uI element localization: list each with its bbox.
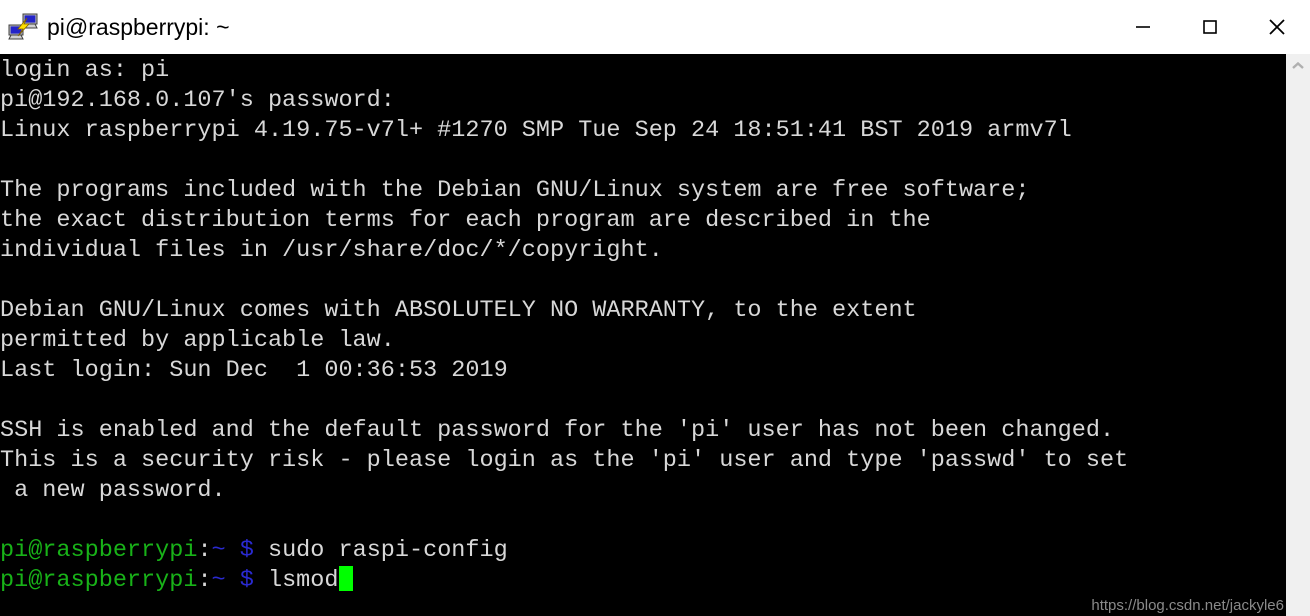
- window-controls: [1109, 0, 1310, 54]
- terminal-text-span: login as: pi: [0, 57, 170, 84]
- maximize-icon: [1202, 20, 1217, 34]
- terminal-text-span: [226, 537, 240, 564]
- scrollbar-up-button[interactable]: [1286, 54, 1310, 78]
- terminal-text-span: the exact distribution terms for each pr…: [0, 207, 931, 234]
- maximize-button[interactable]: [1176, 0, 1243, 54]
- terminal-line: SSH is enabled and the default password …: [0, 416, 1128, 446]
- terminal-text-span: This is a security risk - please login a…: [0, 447, 1129, 474]
- terminal-text-span: pi@raspberrypi: [0, 567, 198, 594]
- title-bar[interactable]: pi@raspberrypi: ~: [0, 0, 1310, 54]
- terminal-output-area[interactable]: login as: pi pi@192.168.0.107's password:…: [0, 54, 1286, 616]
- terminal-text-span: Last login: Sun Dec 1 00:36:53 2019: [0, 357, 508, 384]
- terminal-line: pi@raspberrypi:~ $ sudo raspi-config: [0, 536, 1128, 566]
- terminal-text-span: :: [197, 537, 212, 564]
- chevron-up-icon: [1292, 61, 1304, 69]
- terminal-scrollbar[interactable]: [1286, 54, 1310, 616]
- terminal-line: pi@raspberrypi:~ $ lsmod: [0, 566, 1128, 596]
- terminal-text-span: ~: [211, 567, 226, 594]
- terminal-text-span: a new password.: [0, 477, 226, 504]
- terminal-line: a new password.: [0, 476, 1128, 506]
- terminal-line: Linux raspberrypi 4.19.75-v7l+ #1270 SMP…: [0, 116, 1128, 146]
- terminal-text-span: lsmod: [253, 567, 339, 594]
- terminal-text-span: ~: [211, 537, 226, 564]
- putty-terminal-window: pi@raspberrypi: ~ login as: pi pi@192.16…: [0, 0, 1310, 616]
- scrollbar-down-button[interactable]: [1286, 592, 1310, 616]
- terminal-text-span: pi@192.168.0.107's password:: [0, 87, 395, 114]
- terminal-text-span: The programs included with the Debian GN…: [0, 177, 1030, 204]
- terminal-text-span: SSH is enabled and the default password …: [0, 417, 1115, 444]
- terminal-text-span: individual files in /usr/share/doc/*/cop…: [0, 237, 663, 264]
- terminal-line: individual files in /usr/share/doc/*/cop…: [0, 236, 1128, 266]
- terminal-text-span: Linux raspberrypi 4.19.75-v7l+ #1270 SMP…: [0, 117, 1072, 144]
- minimize-icon: [1135, 26, 1150, 28]
- putty-app-icon: [8, 13, 38, 40]
- terminal-text-span: sudo raspi-config: [253, 537, 508, 564]
- terminal-text-span: [226, 567, 240, 594]
- terminal-text-span: $: [239, 537, 254, 564]
- terminal-text-span: permitted by applicable law.: [0, 327, 395, 354]
- terminal-screen: login as: pi pi@192.168.0.107's password:…: [0, 54, 1128, 596]
- terminal-text-span: $: [239, 567, 254, 594]
- terminal-line: The programs included with the Debian GN…: [0, 176, 1128, 206]
- terminal-text-span: Debian GNU/Linux comes with ABSOLUTELY N…: [0, 297, 917, 324]
- terminal-line: Last login: Sun Dec 1 00:36:53 2019: [0, 356, 1128, 386]
- terminal-line: Debian GNU/Linux comes with ABSOLUTELY N…: [0, 296, 1128, 326]
- terminal-line: the exact distribution terms for each pr…: [0, 206, 1128, 236]
- terminal-line: login as: pi: [0, 56, 1128, 86]
- minimize-button[interactable]: [1109, 0, 1176, 54]
- close-button[interactable]: [1243, 0, 1310, 54]
- terminal-text-span: pi@raspberrypi: [0, 537, 198, 564]
- close-icon: [1268, 19, 1285, 35]
- terminal-line: permitted by applicable law.: [0, 326, 1128, 356]
- terminal-line: This is a security risk - please login a…: [0, 446, 1128, 476]
- terminal-line: pi@192.168.0.107's password:: [0, 86, 1128, 116]
- terminal-cursor: [338, 566, 353, 591]
- terminal-text-span: :: [197, 567, 212, 594]
- window-title: pi@raspberrypi: ~: [47, 14, 230, 40]
